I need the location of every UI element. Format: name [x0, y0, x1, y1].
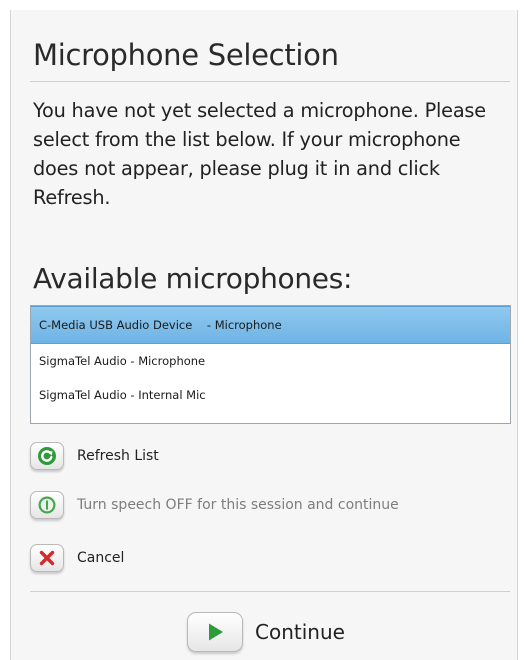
refresh-icon — [30, 442, 64, 470]
speech-off-label: Turn speech OFF for this session and con… — [77, 497, 399, 513]
close-icon — [30, 544, 64, 572]
cancel-button[interactable]: Cancel — [30, 544, 124, 572]
speech-off-button[interactable]: Turn speech OFF for this session and con… — [30, 491, 399, 519]
microphone-item-sigmatel-internal[interactable]: SigmaTel Audio - Internal Mic — [31, 378, 510, 412]
continue-button[interactable]: Continue — [187, 612, 345, 652]
continue-label: Continue — [255, 620, 345, 644]
microphone-list[interactable]: C-Media USB Audio Device - Microphone Si… — [30, 305, 511, 424]
title-divider — [30, 81, 510, 82]
play-icon — [187, 612, 243, 652]
footer-divider — [30, 591, 510, 592]
refresh-list-label: Refresh List — [77, 448, 159, 464]
power-icon — [30, 491, 64, 519]
intro-text: You have not yet selected a microphone. … — [33, 99, 486, 209]
dialog-title: Microphone Selection — [33, 38, 339, 72]
available-heading: Available microphones: — [33, 262, 353, 295]
microphone-item-cmedia[interactable]: C-Media USB Audio Device - Microphone — [31, 306, 510, 344]
cancel-label: Cancel — [77, 550, 125, 566]
microphone-item-sigmatel-mic[interactable]: SigmaTel Audio - Microphone — [31, 344, 510, 378]
refresh-list-button[interactable]: Refresh List — [30, 442, 159, 470]
